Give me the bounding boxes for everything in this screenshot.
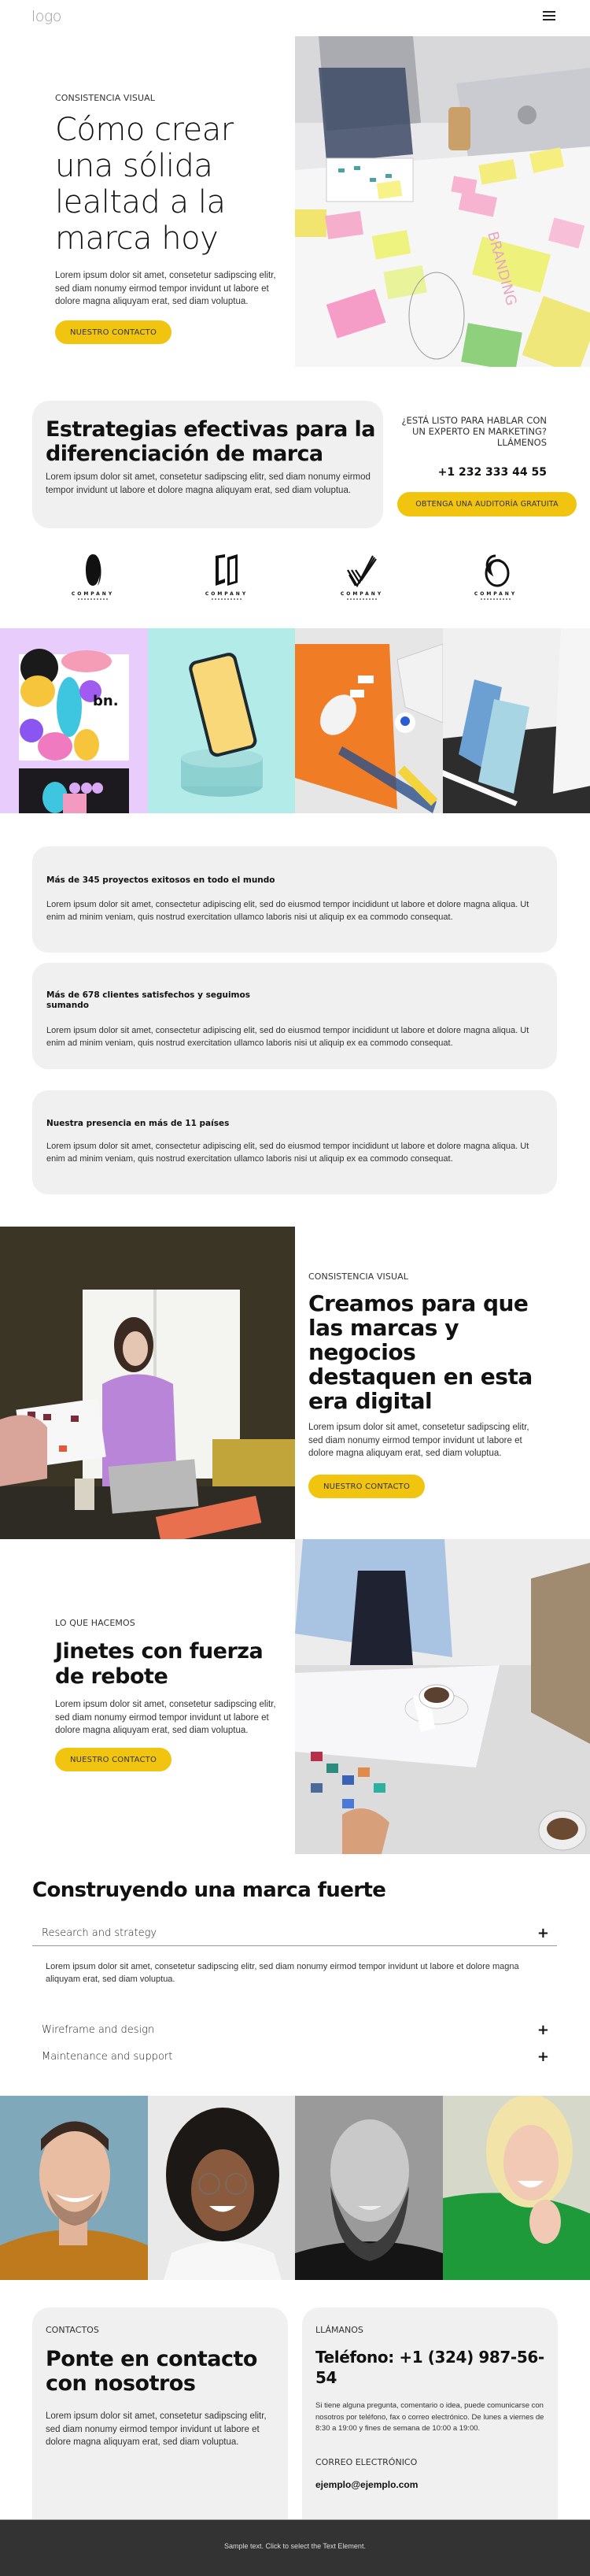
- footer: Sample text. Click to select the Text El…: [0, 2519, 590, 2576]
- stat-text: Lorem ipsum dolor sit amet, consectetur …: [46, 1142, 529, 1164]
- gallery-image-business-cards: bn.: [0, 628, 148, 813]
- hero-contact-button[interactable]: Nuestro contacto: [55, 320, 171, 344]
- contact-info: Si tiene alguna pregunta, comentario o i…: [315, 2401, 544, 2433]
- accordion-item-maintenance[interactable]: Maintenance and support +: [32, 2046, 557, 2070]
- feature2-text: Lorem ipsum dolor sit amet, consetetur s…: [55, 1700, 276, 1735]
- company-name: COMPANY: [205, 591, 249, 597]
- stat-card: Más de 345 proyectos exitosos en todo el…: [32, 846, 557, 953]
- accordion-item-label: Maintenance and support: [42, 2051, 173, 2063]
- free-audit-button[interactable]: Obtenga una auditoría gratuita: [397, 492, 577, 516]
- contact-text: Lorem ipsum dolor sit amet, consetetur s…: [46, 2411, 267, 2447]
- page: logo Consistencia visual Cómo crear una …: [0, 0, 590, 2576]
- stat-title: Más de 345 proyectos exitosos en todo el…: [46, 875, 275, 885]
- team-gallery: [0, 2096, 590, 2280]
- company-name: COMPANY: [71, 591, 115, 597]
- stripes-v-logo-icon: [347, 555, 377, 588]
- stat-title: Más de 678 clientes satisfechos y seguim…: [46, 990, 250, 1010]
- footer-text[interactable]: Sample text. Click to select the Text El…: [0, 2542, 590, 2550]
- ring-o-logo-icon: [86, 554, 101, 586]
- plus-icon[interactable]: +: [537, 2049, 549, 2065]
- strategies-title: Estrategias efectivas para la diferencia…: [46, 417, 375, 466]
- gallery-image-phone-mockup: [147, 628, 295, 813]
- stat-card: Más de 678 clientes satisfechos y seguim…: [32, 963, 557, 1069]
- accordion-item-wireframe[interactable]: Wireframe and design +: [32, 2019, 557, 2043]
- feature1-title: Creamos para que las marcas y negocios d…: [308, 1290, 533, 1414]
- feature1-eyebrow: Consistencia visual: [308, 1271, 408, 1282]
- call-eyebrow: Llámanos: [315, 2325, 363, 2335]
- plus-icon[interactable]: +: [537, 2022, 549, 2038]
- contact-title: Ponte en contacto con nosotros: [46, 2347, 257, 2396]
- team-photo: [0, 2096, 148, 2280]
- accordion-item-label: Wireframe and design: [42, 2024, 155, 2036]
- accordion-item-research[interactable]: Research and strategy +: [32, 1923, 557, 1946]
- hero-title: Cómo crear una sólida lealtad a la marca…: [55, 112, 234, 257]
- team-photo: [147, 2096, 295, 2280]
- hero-image: BRANDING: [295, 36, 590, 367]
- svg-text:bn.: bn.: [93, 693, 119, 709]
- hamburger-menu-icon[interactable]: [543, 11, 555, 22]
- company-logo: COMPANY: [53, 551, 132, 606]
- strategies-text: Lorem ipsum dolor sit amet, consetetur s…: [46, 472, 371, 495]
- open-book-logo-icon: [216, 554, 238, 586]
- company-logo: COMPANY: [323, 551, 401, 606]
- feature1-text: Lorem ipsum dolor sit amet, consetetur s…: [308, 1423, 529, 1458]
- contact-phone[interactable]: Teléfono: +1 (324) 987-56-54: [315, 2347, 551, 2388]
- company-logo: COMPANY: [187, 551, 266, 606]
- gallery-image-blue-cards: [442, 628, 590, 813]
- feature-image-meeting: [295, 1539, 590, 1854]
- image-gallery: bn.: [0, 628, 590, 813]
- logo[interactable]: logo: [31, 8, 61, 25]
- accordion-item-label: Research and strategy: [42, 1927, 157, 1939]
- team-photo: [295, 2096, 443, 2280]
- feature1-contact-button[interactable]: Nuestro contacto: [308, 1475, 425, 1498]
- plus-icon[interactable]: +: [537, 1925, 549, 1941]
- partner-logos: COMPANY COMPANY COMPANY COMPANY: [0, 551, 590, 606]
- feature-image-presentation: [0, 1227, 295, 1539]
- company-logo: COMPANY: [456, 551, 535, 606]
- stat-card: Nuestra presencia en más de 11 países Lo…: [32, 1090, 557, 1194]
- contact-eyebrow: Contactos: [46, 2325, 99, 2335]
- feature2-contact-button[interactable]: Nuestro contacto: [55, 1748, 171, 1771]
- cta-phone[interactable]: +1 232 333 44 55: [397, 466, 547, 479]
- email-link[interactable]: ejemplo@ejemplo.com: [315, 2479, 418, 2490]
- email-label: Correo electrónico: [315, 2457, 418, 2467]
- double-circle-logo-icon: [485, 554, 510, 587]
- company-name: COMPANY: [474, 591, 518, 597]
- stat-text: Lorem ipsum dolor sit amet, consectetur …: [46, 1026, 529, 1048]
- gallery-image-stationery: [295, 628, 443, 813]
- stat-title: Nuestra presencia en más de 11 países: [46, 1119, 230, 1128]
- feature2-title: Jinetes con fuerza de rebote: [55, 1639, 264, 1689]
- team-photo: [442, 2096, 590, 2280]
- cta-question: ¿Está listo para hablar con un experto e…: [401, 415, 547, 448]
- accordion-title: Construyendo una marca fuerte: [32, 1878, 386, 1902]
- accordion-body: Lorem ipsum dolor sit amet, consetetur s…: [46, 1962, 519, 1984]
- hero-eyebrow: Consistencia visual: [55, 93, 155, 103]
- hero-text: Lorem ipsum dolor sit amet, consetetur s…: [55, 271, 276, 306]
- feature2-eyebrow: Lo que hacemos: [55, 1618, 135, 1628]
- company-name: COMPANY: [340, 591, 384, 597]
- stat-text: Lorem ipsum dolor sit amet, consectetur …: [46, 900, 529, 922]
